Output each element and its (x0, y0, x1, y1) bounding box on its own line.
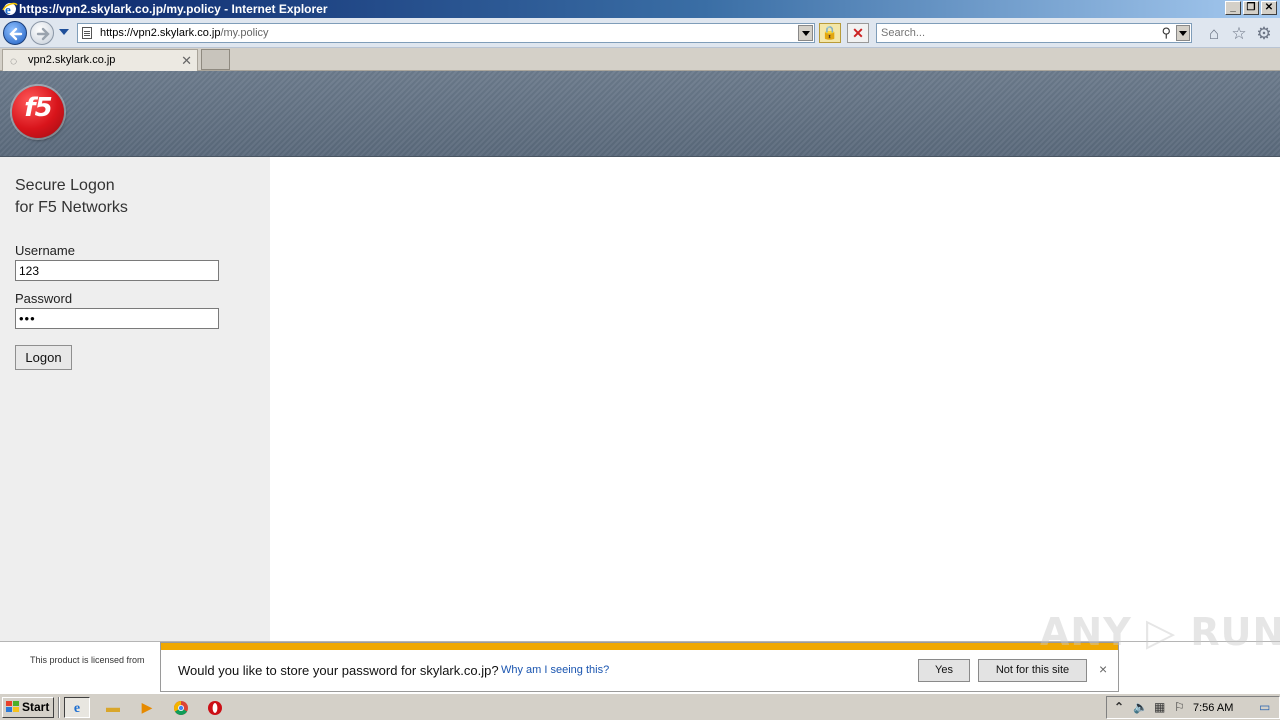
why-am-i-seeing-this-link[interactable]: Why am I seeing this? (501, 664, 609, 676)
media-player-icon[interactable]: ▶ (134, 697, 160, 718)
notification-message: Would you like to store your password fo… (178, 663, 499, 678)
window-controls: _ ❐ ✕ (1225, 1, 1277, 15)
minimize-button[interactable]: _ (1225, 1, 1241, 15)
chrome-logo (174, 701, 188, 715)
tab-label: vpn2.skylark.co.jp (28, 54, 116, 66)
show-desktop-icon[interactable]: ▭ (1259, 700, 1270, 714)
system-tray: ⌃ 🔈 ▦ ⚐ 7:56 AM ▭ (1106, 696, 1280, 719)
not-for-this-site-button[interactable]: Not for this site (978, 659, 1087, 682)
tab-bar: ◌ vpn2.skylark.co.jp ✕ (0, 48, 1280, 71)
search-input[interactable] (881, 26, 1151, 40)
recent-pages-dropdown[interactable] (59, 29, 69, 35)
address-row: https://vpn2.skylark.co.jp/my.policy 🔒 ✕… (0, 18, 1280, 48)
save-password-yes-button[interactable]: Yes (918, 659, 970, 682)
forward-button[interactable] (30, 21, 54, 45)
search-icon[interactable]: ⚲ (1161, 25, 1171, 41)
opera-logo (208, 701, 222, 715)
back-button[interactable] (3, 21, 27, 45)
start-button[interactable]: Start (2, 697, 54, 718)
stop-button[interactable]: ✕ (847, 23, 869, 43)
ie-taskbar-icon[interactable]: e (64, 697, 90, 718)
anyrun-watermark: ANY ▷ RUN (1040, 610, 1280, 654)
tab-close-icon[interactable]: ✕ (181, 53, 192, 69)
logon-title-line2: for F5 Networks (15, 199, 128, 216)
windows-flag-icon (6, 701, 19, 713)
search-box[interactable]: ⚲ (876, 23, 1192, 43)
show-hidden-icons-icon[interactable]: ⌃ (1114, 700, 1124, 714)
favorites-star-icon[interactable]: ☆ (1229, 24, 1249, 44)
restore-button[interactable]: ❐ (1243, 1, 1259, 15)
password-label: Password (15, 291, 73, 306)
tools-gear-icon[interactable]: ⚙ (1254, 24, 1274, 44)
chrome-icon[interactable] (168, 697, 194, 718)
forward-arrow-icon (36, 27, 50, 41)
internet-explorer-icon: e (2, 2, 18, 17)
network-icon[interactable]: ▦ (1154, 700, 1165, 714)
new-tab-button[interactable] (201, 49, 230, 70)
action-center-flag-icon[interactable]: ⚐ (1174, 700, 1185, 714)
logon-title-line1: Secure Logon (15, 177, 115, 194)
back-arrow-icon (9, 27, 23, 41)
logon-button[interactable]: Logon (15, 345, 72, 370)
opera-icon[interactable] (202, 697, 228, 718)
taskbar-separator (58, 697, 60, 718)
username-label: Username (15, 243, 75, 258)
file-explorer-icon[interactable]: ▬ (100, 697, 126, 718)
f5-logo: f5 (12, 86, 64, 138)
logon-title: Secure Logon for F5 Networks (15, 175, 128, 219)
address-dropdown-button[interactable] (798, 25, 813, 41)
search-provider-dropdown[interactable] (1176, 25, 1190, 41)
login-panel: Secure Logon for F5 Networks Username Pa… (0, 157, 270, 641)
url-path: /my.policy (220, 27, 269, 39)
page-icon (82, 27, 92, 39)
window-title: https://vpn2.skylark.co.jp/my.policy - I… (19, 2, 328, 16)
volume-icon[interactable]: 🔈 (1133, 700, 1148, 714)
notification-accent-strip (161, 643, 1118, 650)
page-header: f5 (0, 71, 1280, 157)
title-bar: e https://vpn2.skylark.co.jp/my.policy -… (0, 0, 1280, 18)
notification-close-icon[interactable]: × (1099, 661, 1107, 677)
home-icon[interactable]: ⌂ (1204, 24, 1224, 44)
address-bar[interactable]: https://vpn2.skylark.co.jp/my.policy (77, 23, 815, 43)
security-lock-icon[interactable]: 🔒 (819, 23, 841, 43)
start-label: Start (22, 700, 50, 714)
url-host: https://vpn2.skylark.co.jp (100, 27, 221, 39)
close-window-button[interactable]: ✕ (1261, 1, 1277, 15)
save-password-notification: Would you like to store your password fo… (160, 642, 1119, 692)
license-text: This product is licensed from (30, 655, 145, 665)
logo-text: f5 (24, 93, 52, 123)
tab-vpn2[interactable]: ◌ vpn2.skylark.co.jp ✕ (2, 49, 198, 71)
clock[interactable]: 7:56 AM (1193, 702, 1233, 714)
taskbar: Start e ▬ ▶ ⌃ 🔈 ▦ ⚐ 7:56 AM ▭ (0, 693, 1280, 720)
loading-spinner-icon: ◌ (10, 54, 18, 68)
url-text[interactable]: https://vpn2.skylark.co.jp/my.policy (100, 27, 269, 39)
username-field[interactable] (15, 260, 219, 281)
password-field[interactable]: ••• (15, 308, 219, 329)
